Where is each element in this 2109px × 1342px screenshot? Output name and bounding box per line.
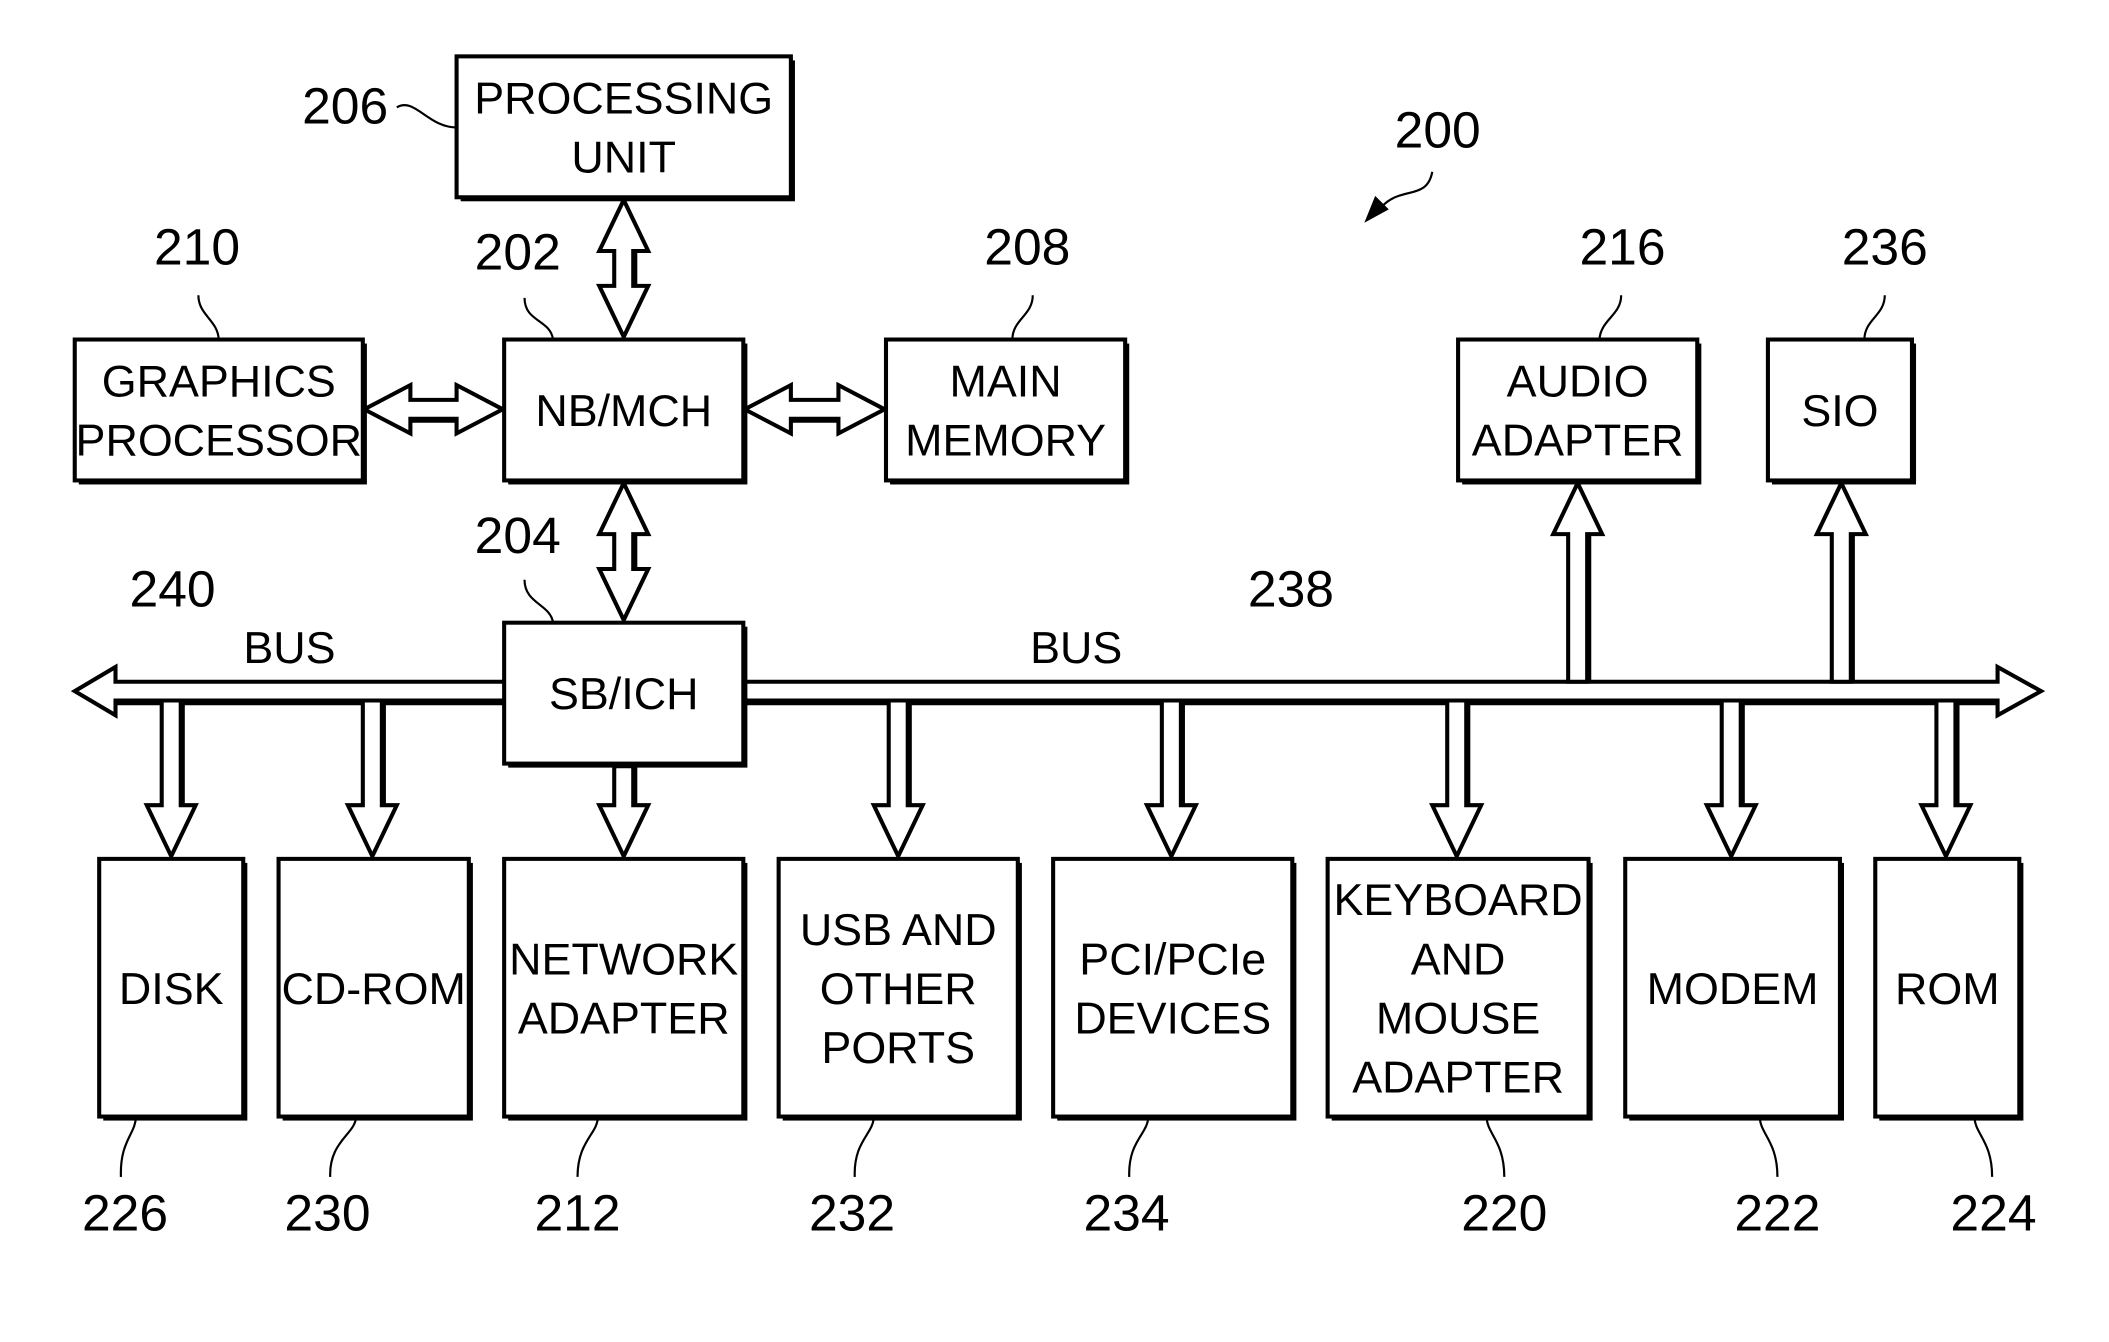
block-disk: DISK [97,856,248,1121]
arrow-layer [143,195,1974,861]
box-layer: PROCESSING UNIT GRAPHICS PROCESSOR NB/MCH MAI… [72,54,2024,1121]
cd-rom-leader-line [329,1116,358,1177]
arrow-graphics-nb-mch [359,381,508,437]
usb-ports-label-line: PORTS [821,1024,975,1073]
network-adapter-box [502,856,746,1119]
sb-ich-label-line: SB/ICH [549,670,698,719]
figure-reference-arrowhead [1364,195,1389,223]
block-modem: MODEM [1623,856,1845,1121]
arrow-bus-modem [1703,698,1759,861]
sio-leader-line [1863,295,1886,340]
block-sio: SIO [1765,337,1917,485]
block-nb-mch: NB/MCH [502,337,748,485]
keyboard-mouse-adapter-label-line: KEYBOARD [1334,876,1583,925]
graphics-processor-label-line: PROCESSOR [76,417,362,466]
audio-adapter-ref-label: 216 [1579,219,1665,276]
block-diagram: PROCESSING UNIT GRAPHICS PROCESSOR NB/MCH MAI… [70,54,2046,1242]
bus-right-ref: 238 [1248,561,1334,618]
block-usb-ports: USB AND OTHER PORTS [776,856,1022,1121]
block-audio-adapter: AUDIO ADAPTER [1456,337,1702,485]
network-adapter-ref-label: 212 [534,1185,620,1242]
usb-ports-label-line: USB AND [800,906,997,955]
disk-ref-label: 226 [82,1185,168,1242]
block-pci-devices: PCI/PCIe DEVICES [1051,856,1297,1121]
modem-label-line: MODEM [1647,965,1819,1014]
graphics-processor-label-line: GRAPHICS [102,358,336,407]
keyboard-mouse-adapter-label-line: AND [1411,936,1506,985]
block-processing-unit: PROCESSING UNIT [454,54,795,202]
block-keyboard-mouse-adapter: KEYBOARD AND MOUSE ADAPTER [1325,856,1593,1121]
block-graphics-processor: GRAPHICS PROCESSOR [72,337,367,485]
graphics-processor-ref-label: 210 [154,219,240,276]
audio-adapter-leader-line [1598,295,1623,340]
rom-ref-label: 224 [1950,1185,2036,1242]
graphics-processor-leader-line [197,295,220,340]
arrow-bus-cd-rom [344,698,401,861]
main-memory-label-line: MEMORY [905,417,1106,466]
sb-ich-leader-line [523,579,555,623]
pci-devices-leader-line [1128,1116,1150,1177]
pci-devices-label-line: PCI/PCIe [1079,936,1266,985]
main-memory-label-line: MAIN [950,358,1062,407]
disk-leader-line [119,1116,137,1177]
nb-mch-leader-line [523,297,555,340]
block-sb-ich: SB/ICH [502,620,748,768]
network-adapter-label-line: NETWORK [509,936,738,985]
arrow-bus-keyboard-mouse-adapter [1429,698,1485,861]
rom-label-line: ROM [1895,965,2000,1014]
cd-rom-label-line: CD-ROM [282,965,466,1014]
arrow-processing-unit-nb-mch [596,195,652,342]
arrow-bus-sio [1813,478,1869,684]
processing-unit-label-line: UNIT [571,134,676,183]
arrow-bus-disk [143,698,199,861]
nb-mch-ref-label: 202 [475,224,561,281]
block-rom: ROM [1873,856,2024,1121]
bus-right-label: BUS [1030,624,1122,673]
nb-mch-label-line: NB/MCH [535,387,712,436]
arrow-bus-audio-adapter [1549,478,1606,684]
cd-rom-ref-label: 230 [284,1185,370,1242]
rom-leader-line [1973,1116,1994,1177]
usb-ports-ref-label: 232 [809,1185,895,1242]
network-adapter-label-line: ADAPTER [518,995,730,1044]
arrow-bus-pci-devices [1143,698,1200,861]
block-cd-rom: CD-ROM [276,856,473,1121]
modem-ref-label: 222 [1734,1185,1820,1242]
sb-ich-ref-label: 204 [475,507,561,564]
arrow-bus-rom [1918,698,1974,861]
keyboard-mouse-adapter-label-line: MOUSE [1376,995,1540,1044]
block-main-memory: MAIN MEMORY [883,337,1130,485]
network-adapter-leader-line [576,1116,599,1177]
arrow-sb-ich-network-adapter [596,764,652,861]
processing-unit-ref-label: 206 [302,78,388,135]
pci-devices-label-line: DEVICES [1074,995,1271,1044]
disk-label-line: DISK [119,965,224,1014]
pci-devices-box [1051,856,1295,1119]
usb-ports-leader-line [853,1116,875,1177]
modem-leader-line [1758,1116,1779,1177]
figure-reference-arrow [1379,171,1434,209]
block-network-adapter: NETWORK ADAPTER [502,856,748,1121]
processing-unit-leader-line [396,104,457,129]
main-memory-ref-label: 208 [984,219,1070,276]
audio-adapter-label-line: ADAPTER [1472,417,1684,466]
audio-adapter-label-line: AUDIO [1507,358,1649,407]
sio-label-line: SIO [1801,387,1878,436]
arrow-nb-mch-sb-ich [596,478,652,625]
bus-left-label: BUS [243,624,335,673]
keyboard-mouse-adapter-leader-line [1485,1116,1506,1177]
arrow-bus-usb-ports [870,698,926,861]
processing-unit-label-line: PROCESSING [474,75,773,124]
sio-ref-label: 236 [1842,219,1928,276]
usb-ports-label-line: OTHER [820,965,977,1014]
arrow-nb-mch-main-memory [740,381,889,437]
keyboard-mouse-adapter-ref-label: 220 [1461,1185,1547,1242]
keyboard-mouse-adapter-label-line: ADAPTER [1352,1054,1564,1103]
bus-left-ref: 240 [130,561,216,618]
figure-reference-label: 200 [1395,102,1481,159]
pci-devices-ref-label: 234 [1083,1185,1169,1242]
main-memory-leader-line [1011,295,1034,340]
